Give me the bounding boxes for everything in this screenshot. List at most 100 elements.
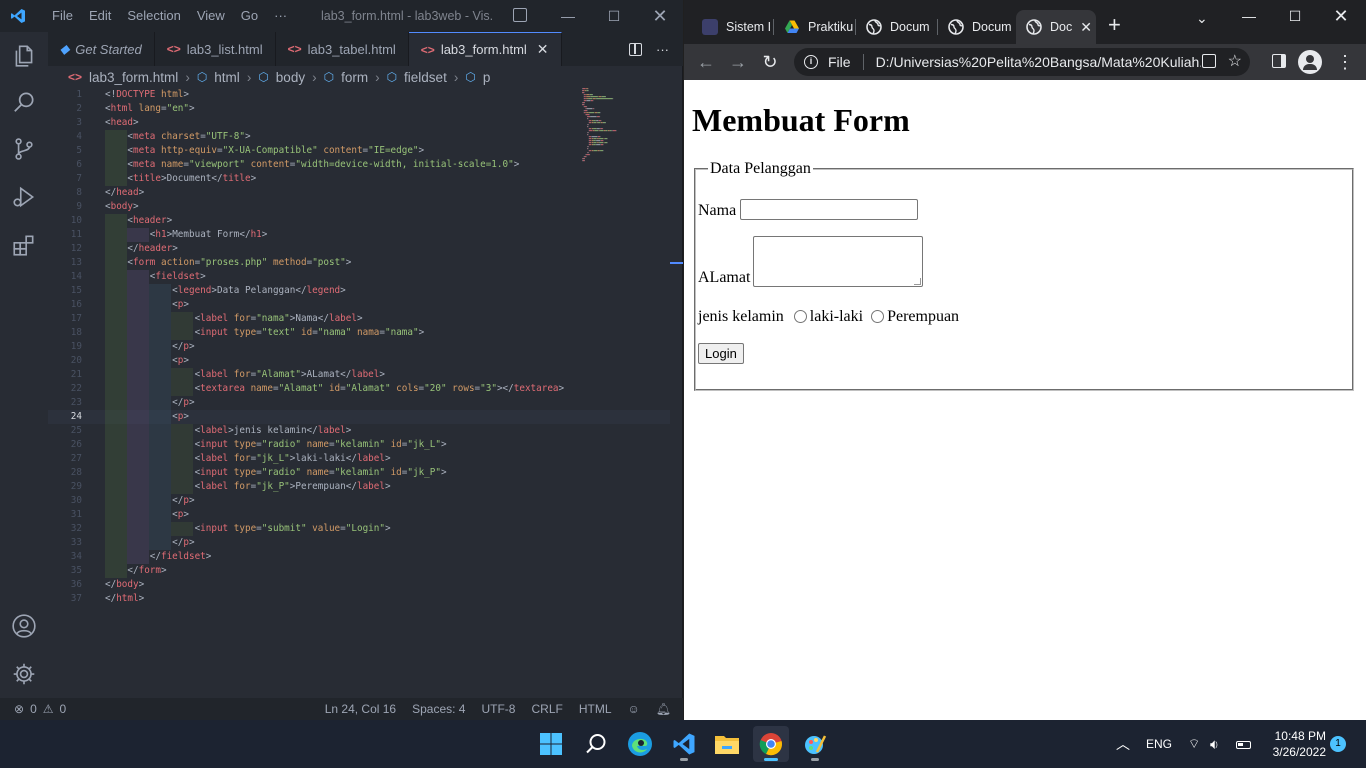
code-line[interactable]: 15 <legend>Data Pelanggan</legend> [48, 284, 670, 298]
volume-icon[interactable]: 🔉︎ [1210, 720, 1219, 768]
code-line[interactable]: 27 <label for="jk_L">laki-laki</label> [48, 452, 670, 466]
battery-icon[interactable] [1236, 720, 1251, 768]
profile-avatar[interactable] [1298, 50, 1322, 74]
code-line[interactable]: 3 <head> [48, 116, 670, 130]
menu-file[interactable]: File [44, 0, 81, 32]
language-mode[interactable]: HTML [579, 702, 612, 716]
radio-label-perempuan[interactable]: Perempuan [887, 308, 959, 326]
code-editor[interactable]: 1 <!DOCTYPE html> 2 <html lang="en"> 3 <head>… [48, 88, 670, 698]
url-text[interactable]: D:/Universias%20Pelita%20Bangsa/Mata%20K… [876, 54, 1201, 70]
code-line[interactable]: 35 </form> [48, 564, 670, 578]
browser-tab[interactable]: Docum [856, 10, 938, 44]
forward-arrow-icon[interactable]: → [726, 50, 750, 74]
code-line[interactable]: 24 <p> [48, 410, 670, 424]
tab-lab3-list[interactable]: <> lab3_list.html [155, 32, 276, 66]
more-actions-icon[interactable]: ··· [656, 42, 669, 57]
code-line[interactable]: 36 </body> [48, 578, 670, 592]
code-line[interactable]: 7 <title>Document</title> [48, 172, 670, 186]
code-line[interactable]: 4 <meta charset="UTF-8"> [48, 130, 670, 144]
notifications-bell-icon[interactable]: 🔔︎ [656, 702, 671, 716]
alamat-textarea[interactable] [753, 236, 924, 287]
encoding[interactable]: UTF-8 [481, 702, 515, 716]
code-line[interactable]: 28 <input type="radio" name="kelamin" id… [48, 466, 670, 480]
code-line[interactable]: 31 <p> [48, 508, 670, 522]
maximize-button[interactable]: ☐ [1272, 0, 1318, 32]
layout-icon[interactable] [513, 8, 527, 22]
code-line[interactable]: 6 <meta name="viewport" content="width=d… [48, 158, 670, 172]
maximize-button[interactable]: ☐ [591, 0, 637, 32]
radio-laki-laki[interactable] [793, 309, 807, 323]
code-line[interactable]: 19 </p> [48, 340, 670, 354]
browser-tab[interactable]: Praktiku [774, 10, 856, 44]
code-line[interactable]: 34 </fieldset> [48, 550, 670, 564]
code-line[interactable]: 16 <p> [48, 298, 670, 312]
breadcrumb-item[interactable]: p [483, 70, 491, 85]
menu-more[interactable]: ··· [266, 0, 295, 32]
code-line[interactable]: 10 <header> [48, 214, 670, 228]
code-line[interactable]: 22 <textarea name="Alamat" id="Alamat" c… [48, 382, 670, 396]
code-line[interactable]: 33 </p> [48, 536, 670, 550]
run-debug-icon[interactable] [0, 173, 48, 221]
extensions-icon[interactable] [0, 221, 48, 269]
nama-input[interactable] [740, 199, 919, 220]
minimize-button[interactable]: — [1226, 0, 1272, 32]
code-line[interactable]: 8 </head> [48, 186, 670, 200]
source-control-icon[interactable] [0, 125, 48, 173]
minimap[interactable] [582, 88, 672, 168]
radio-label-laki-laki[interactable]: laki-laki [810, 308, 863, 326]
code-line[interactable]: 23 </p> [48, 396, 670, 410]
close-button[interactable]: ✕ [1318, 0, 1364, 32]
share-icon[interactable] [1202, 54, 1216, 68]
login-button[interactable]: Login [698, 343, 744, 364]
code-line[interactable]: 9 <body> [48, 200, 670, 214]
menu-go[interactable]: Go [233, 0, 266, 32]
code-line[interactable]: 30 </p> [48, 494, 670, 508]
input-language[interactable]: ENG [1146, 720, 1172, 768]
account-icon[interactable] [0, 602, 48, 650]
menu-selection[interactable]: Selection [119, 0, 188, 32]
tab-get-started[interactable]: ◆ Get Started [48, 32, 155, 66]
code-line[interactable]: 1 <!DOCTYPE html> [48, 88, 670, 102]
close-icon[interactable]: ✕ [537, 41, 549, 58]
code-line[interactable]: 26 <input type="radio" name="kelamin" id… [48, 438, 670, 452]
breadcrumb-item[interactable]: lab3_form.html [89, 70, 178, 85]
browser-tab[interactable]: Sistem I [692, 10, 774, 44]
reload-icon[interactable]: ↻ [758, 50, 782, 74]
code-line[interactable]: 21 <label for="Alamat">ALamat</label> [48, 368, 670, 382]
indentation[interactable]: Spaces: 4 [412, 702, 465, 716]
code-line[interactable]: 32 <input type="submit" value="Login"> [48, 522, 670, 536]
explorer-icon[interactable] [0, 32, 48, 80]
new-tab-button[interactable]: + [1108, 14, 1121, 36]
split-editor-icon[interactable] [629, 42, 642, 56]
code-line[interactable]: 2 <html lang="en"> [48, 102, 670, 116]
code-line[interactable]: 5 <meta http-equiv="X-UA-Compatible" con… [48, 144, 670, 158]
back-arrow-icon[interactable]: ← [694, 50, 718, 74]
code-line[interactable]: 11 <h1>Membuat Form</h1> [48, 228, 670, 242]
tab-lab3-tabel[interactable]: <> lab3_tabel.html [276, 32, 409, 66]
code-line[interactable]: 12 </header> [48, 242, 670, 256]
search-icon[interactable] [0, 78, 48, 126]
info-icon[interactable]: i [804, 55, 818, 69]
browser-tab-active[interactable]: Doc ✕ [1016, 10, 1096, 44]
tab-search-chevron-down-icon[interactable]: ⌄ [1196, 10, 1208, 27]
radio-perempuan[interactable] [871, 309, 885, 323]
breadcrumb-item[interactable]: form [341, 70, 368, 85]
code-line[interactable]: 14 <fieldset> [48, 270, 670, 284]
close-button[interactable]: ✕ [637, 0, 683, 32]
notification-badge[interactable]: 1 [1330, 736, 1346, 752]
minimize-button[interactable]: — [545, 0, 591, 32]
breadcrumb-item[interactable]: body [276, 70, 305, 85]
browser-tab[interactable]: Docum [938, 10, 1016, 44]
wifi-icon[interactable]: ⌔ [1188, 720, 1200, 768]
code-line[interactable]: 17 <label for="nama">Nama</label> [48, 312, 670, 326]
bookmark-star-icon[interactable]: ☆ [1228, 51, 1242, 71]
close-tab-icon[interactable]: ✕ [1080, 19, 1092, 36]
code-line[interactable]: 20 <p> [48, 354, 670, 368]
breadcrumb-item[interactable]: fieldset [404, 70, 447, 85]
kebab-menu-icon[interactable]: ⋮ [1336, 50, 1354, 74]
line-ending[interactable]: CRLF [531, 702, 562, 716]
code-line[interactable]: 13 <form action="proses.php" method="pos… [48, 256, 670, 270]
feedback-icon[interactable]: ☺ [628, 702, 640, 716]
settings-gear-icon[interactable] [0, 650, 48, 698]
chevron-up-icon[interactable]: ︿ [1116, 720, 1130, 768]
